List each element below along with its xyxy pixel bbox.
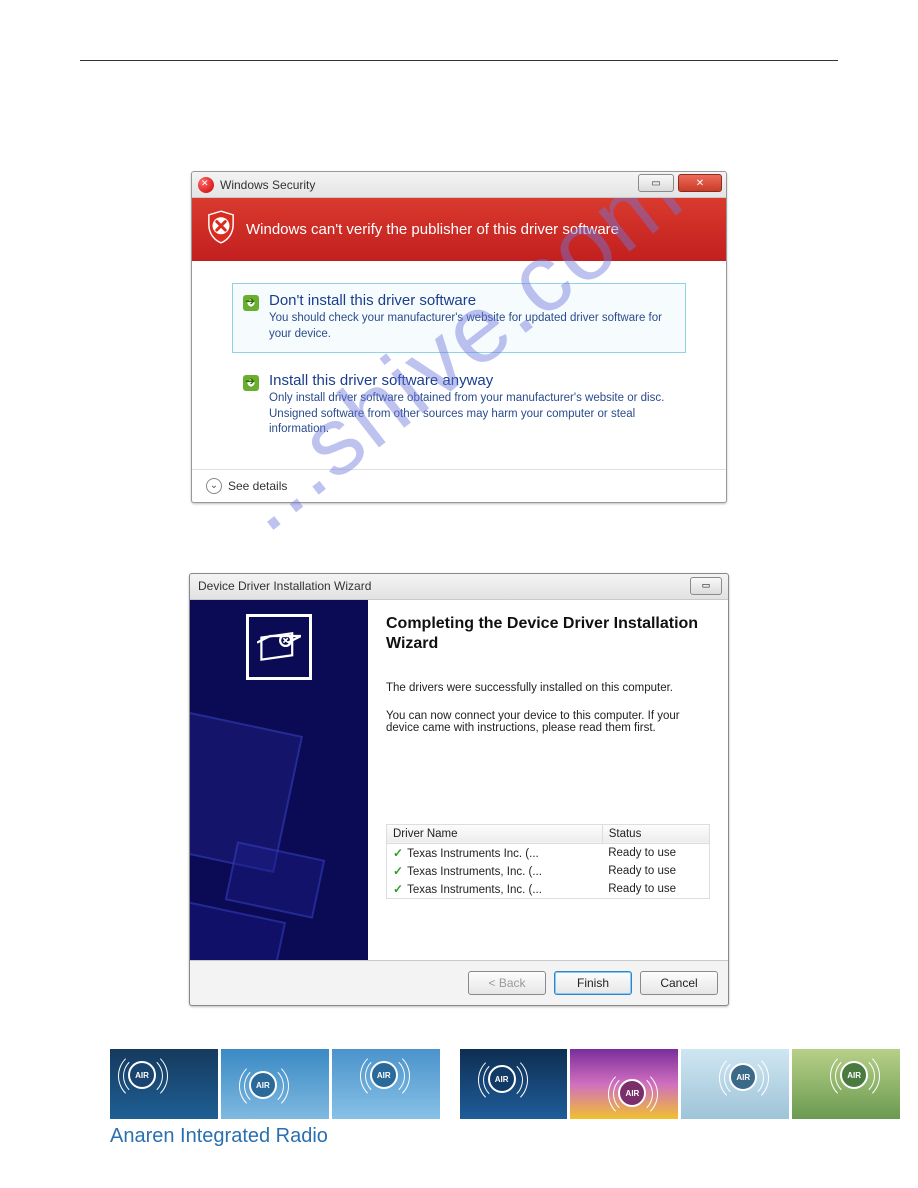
option2-desc: Only install driver software obtained fr… (269, 391, 669, 438)
wizard-content: Completing the Device Driver Installatio… (368, 600, 728, 960)
option-dont-install[interactable]: Don't install this driver software You s… (232, 283, 686, 353)
window-buttons: ▭ ✕ (638, 174, 722, 192)
security-titlebar: Windows Security ▭ ✕ (192, 172, 726, 198)
driver-name: Texas Instruments, Inc. (... (407, 866, 542, 878)
top-divider (80, 60, 838, 61)
footer-photo: AIR (221, 1049, 329, 1119)
driver-name: Texas Instruments, Inc. (... (407, 884, 542, 896)
chevron-down-icon[interactable]: ⌄ (206, 478, 222, 494)
air-badge-icon: AIR (249, 1071, 277, 1099)
option-install-anyway[interactable]: Install this driver software anyway Only… (232, 363, 686, 449)
help-button[interactable]: ▭ (690, 577, 722, 595)
shield-error-icon (206, 210, 236, 249)
check-icon: ✓ (393, 846, 403, 860)
wizard-footer: < Back Finish Cancel (190, 961, 728, 1005)
wizard-paragraph-2: You can now connect your device to this … (386, 710, 710, 734)
option1-desc: You should check your manufacturer's web… (269, 311, 669, 342)
footer-strip: AIR AIR AIR AIR AIR AIR AIR Anaren Integ… (110, 1049, 900, 1148)
document-page: Windows Security ▭ ✕ Windows can't verif… (0, 0, 918, 1006)
driver-wizard-dialog: Device Driver Installation Wizard ▭ (189, 573, 729, 1006)
check-icon: ✓ (393, 882, 403, 896)
wizard-title-text: Device Driver Installation Wizard (198, 579, 371, 593)
see-details-link[interactable]: See details (228, 479, 287, 493)
footer-photo: AIR (460, 1049, 568, 1119)
windows-security-dialog: Windows Security ▭ ✕ Windows can't verif… (191, 171, 727, 503)
option1-title: Don't install this driver software (269, 292, 669, 309)
cancel-button[interactable]: Cancel (640, 971, 718, 995)
air-badge-icon: AIR (618, 1079, 646, 1107)
close-button[interactable]: ✕ (678, 174, 722, 192)
security-body: Don't install this driver software You s… (192, 261, 726, 469)
brand-text: Anaren Integrated Radio (110, 1125, 900, 1148)
footer-photo: AIR (792, 1049, 900, 1119)
air-badge-icon: AIR (729, 1063, 757, 1091)
wizard-titlebar: Device Driver Installation Wizard ▭ (190, 574, 728, 600)
air-badge-icon: AIR (370, 1061, 398, 1089)
security-footer: ⌄ See details (192, 469, 726, 502)
help-button[interactable]: ▭ (638, 174, 674, 192)
photo-gap (443, 1049, 457, 1119)
photo-row: AIR AIR AIR AIR AIR AIR AIR (110, 1049, 900, 1119)
driver-table: Driver Name Status ✓ Texas Instruments In… (386, 824, 710, 899)
wizard-heading: Completing the Device Driver Installatio… (386, 614, 710, 654)
driver-status: Ready to use (602, 880, 709, 899)
security-banner-text: Windows can't verify the publisher of th… (246, 221, 619, 238)
col-driver-name: Driver Name (387, 824, 603, 843)
wizard-body: Completing the Device Driver Installatio… (190, 600, 728, 961)
check-icon: ✓ (393, 864, 403, 878)
error-circle-icon (198, 177, 214, 193)
driver-status: Ready to use (602, 862, 709, 880)
footer-photo: AIR (110, 1049, 218, 1119)
footer-photo: AIR (332, 1049, 440, 1119)
table-row: ✓ Texas Instruments, Inc. (... Ready to u… (387, 880, 710, 899)
driver-status: Ready to use (602, 843, 709, 862)
air-badge-icon: AIR (128, 1061, 156, 1089)
footer-photo: AIR (681, 1049, 789, 1119)
table-row: ✓ Texas Instruments, Inc. (... Ready to u… (387, 862, 710, 880)
table-row: ✓ Texas Instruments Inc. (... Ready to us… (387, 843, 710, 862)
security-title-text: Windows Security (220, 178, 315, 192)
air-badge-icon: AIR (840, 1061, 868, 1089)
wizard-paragraph-1: The drivers were successfully installed … (386, 682, 710, 694)
footer-photo: AIR (570, 1049, 678, 1119)
wizard-sidebar-graphic (190, 600, 368, 960)
arrow-right-icon (243, 375, 259, 391)
finish-button[interactable]: Finish (554, 971, 632, 995)
option2-title: Install this driver software anyway (269, 372, 669, 389)
col-status: Status (602, 824, 709, 843)
air-badge-icon: AIR (488, 1065, 516, 1093)
security-banner: Windows can't verify the publisher of th… (192, 198, 726, 261)
package-icon (246, 614, 312, 680)
back-button: < Back (468, 971, 546, 995)
arrow-right-icon (243, 295, 259, 311)
driver-name: Texas Instruments Inc. (... (407, 848, 539, 860)
